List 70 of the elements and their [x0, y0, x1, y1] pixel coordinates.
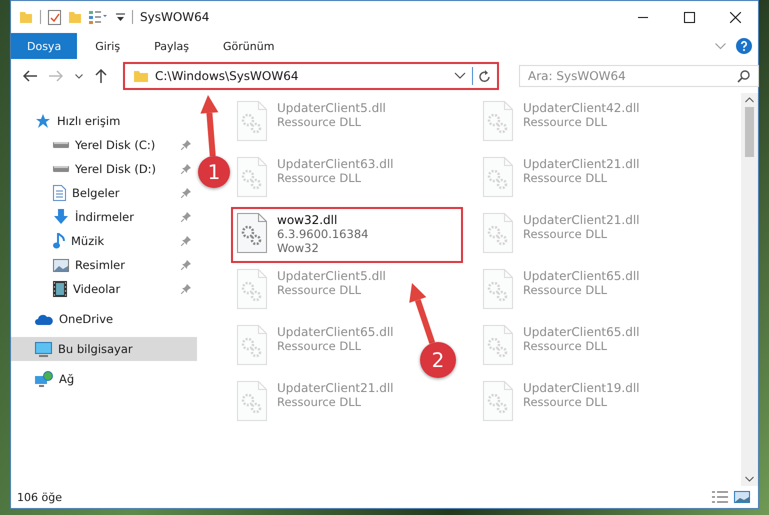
- pin-icon[interactable]: [181, 236, 191, 246]
- film-icon: [53, 281, 67, 297]
- pin-icon[interactable]: [181, 164, 191, 174]
- checklist-icon[interactable]: [48, 10, 61, 24]
- down-arrow-icon: [53, 209, 69, 225]
- chevron-down-icon[interactable]: [75, 74, 83, 78]
- folder-icon: [133, 69, 149, 83]
- pin-icon[interactable]: [181, 212, 191, 222]
- refresh-icon[interactable]: [479, 70, 491, 82]
- sidebar-item[interactable]: İndirmeler: [11, 205, 197, 229]
- sidebar-item[interactable]: Hızlı erişim: [11, 109, 197, 133]
- sidebar-item[interactable]: Müzik: [11, 229, 197, 253]
- dll-file-icon: [483, 381, 513, 421]
- window-title: SysWOW64: [140, 10, 210, 24]
- scroll-up-icon[interactable]: [745, 97, 754, 103]
- scrollbar[interactable]: [741, 93, 758, 486]
- document-icon: [53, 185, 66, 201]
- sidebar-item[interactable]: OneDrive: [11, 307, 197, 331]
- drive-icon: [53, 142, 69, 148]
- item-count: 106 öğe: [17, 490, 62, 504]
- details-view-icon[interactable]: [712, 491, 728, 503]
- music-note-icon: [53, 233, 65, 249]
- scroll-down-icon[interactable]: [745, 476, 754, 482]
- picture-icon[interactable]: [734, 491, 750, 503]
- close-icon: [730, 12, 740, 22]
- annotation-arrow: [200, 95, 218, 156]
- file-tile[interactable]: wow32.dll 6.3.9600.16384 Wow32: [231, 207, 463, 263]
- dll-file-icon: [483, 325, 513, 365]
- pin-icon[interactable]: [181, 140, 191, 150]
- dll-file-icon: [483, 213, 513, 253]
- drive-icon: [53, 166, 69, 172]
- back-arrow-icon[interactable]: [23, 70, 37, 82]
- dll-file-icon: [483, 269, 513, 309]
- dll-file-icon: [237, 381, 267, 421]
- pin-icon[interactable]: [181, 260, 191, 270]
- up-arrow-icon[interactable]: [95, 69, 107, 83]
- help-icon[interactable]: [736, 38, 752, 54]
- sidebar-item[interactable]: Belgeler: [11, 181, 197, 205]
- star-icon: [35, 113, 51, 129]
- sidebar-item[interactable]: Videolar: [11, 277, 197, 301]
- sidebar-item[interactable]: Bu bilgisayar: [11, 337, 197, 361]
- dll-file-icon: [237, 213, 267, 253]
- dll-file-icon: [483, 101, 513, 141]
- dll-file-icon: [237, 157, 267, 197]
- sidebar-item[interactable]: Yerel Disk (C:): [11, 133, 197, 157]
- computer-icon: [35, 342, 52, 356]
- chevron-down-icon[interactable]: [454, 72, 466, 80]
- sidebar-item[interactable]: Resimler: [11, 253, 197, 277]
- pin-icon[interactable]: [181, 284, 191, 294]
- dll-file-icon: [237, 269, 267, 309]
- maximize-icon: [684, 12, 694, 22]
- picture-icon: [53, 258, 69, 272]
- ribbon-tab[interactable]: Dosya: [11, 33, 78, 59]
- annotation-arrow: [409, 283, 436, 344]
- pin-icon[interactable]: [181, 188, 191, 198]
- search-field[interactable]: Ara: SysWOW64: [519, 65, 759, 87]
- ribbon-tab[interactable]: Paylaş: [138, 33, 205, 59]
- sidebar-item[interactable]: Ağ: [11, 367, 197, 391]
- address-field[interactable]: C:\Windows\SysWOW64: [123, 62, 499, 90]
- sidebar-item[interactable]: Yerel Disk (D:): [11, 157, 197, 181]
- dll-file-icon: [237, 325, 267, 365]
- ribbon-tab[interactable]: Görünüm: [207, 33, 290, 59]
- ribbon-tab[interactable]: Giriş: [79, 33, 136, 59]
- dll-file-icon: [483, 157, 513, 197]
- scrollbar-thumb[interactable]: [745, 107, 754, 157]
- dropdown-icon[interactable]: [116, 12, 125, 22]
- properties-icon[interactable]: [89, 10, 109, 24]
- dll-file-icon: [237, 101, 267, 141]
- network-icon: [35, 371, 53, 387]
- cloud-icon: [35, 314, 53, 324]
